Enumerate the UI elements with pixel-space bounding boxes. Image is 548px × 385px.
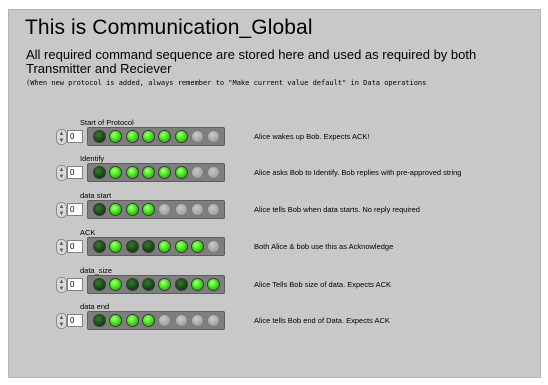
index-input[interactable]: 0 [67,203,83,216]
increment-arrow-icon[interactable]: ▲ [56,165,67,173]
decrement-arrow-icon[interactable]: ▼ [56,247,67,255]
protocol-label: data start [80,191,112,200]
increment-arrow-icon[interactable]: ▲ [56,202,67,210]
led-indicator-off[interactable] [141,240,155,253]
led-indicator-off[interactable] [93,130,106,143]
led-indicator-na[interactable] [190,203,204,216]
index-stepper[interactable]: ▲ ▼ [56,313,67,329]
led-array [87,311,225,330]
led-indicator-off[interactable] [174,278,188,291]
decrement-arrow-icon[interactable]: ▼ [56,210,67,218]
led-indicator-na[interactable] [158,314,172,327]
index-input[interactable]: 0 [67,130,83,143]
led-indicator-on[interactable] [141,314,155,327]
led-indicator-off[interactable] [125,278,139,291]
led-indicator-on[interactable] [125,166,139,179]
led-indicator-na[interactable] [190,314,204,327]
led-indicator-na[interactable] [174,314,188,327]
led-indicator-on[interactable] [141,203,155,216]
protocol-description: Both Alice & bob use this as Acknowledge [254,242,394,251]
led-indicator-na[interactable] [207,203,221,216]
protocol-label: data end [80,302,110,311]
led-indicator-off[interactable] [141,278,155,291]
led-indicator-on[interactable] [158,130,172,143]
protocol-label: Start of Protocol [80,118,134,127]
page-title: This is Communication_Global [25,16,313,39]
protocol-row: data end ▲ ▼ 0 Alice tells Bob end of Data. … [0,302,548,338]
protocol-description: Alice tells Bob when data starts. No rep… [254,205,420,214]
decrement-arrow-icon[interactable]: ▼ [56,173,67,181]
protocol-description: Alice asks Bob to Identify. Bob replies … [254,168,462,177]
led-indicator-off[interactable] [93,166,106,179]
led-array [87,127,225,146]
protocol-row: data start ▲ ▼ 0 Alice tells Bob when data s… [0,191,548,227]
index-stepper[interactable]: ▲ ▼ [56,129,67,145]
increment-arrow-icon[interactable]: ▲ [56,239,67,247]
led-array [87,163,225,182]
increment-arrow-icon[interactable]: ▲ [56,277,67,285]
index-input[interactable]: 0 [67,166,83,179]
led-indicator-on[interactable] [174,166,188,179]
led-indicator-on[interactable] [109,166,123,179]
protocol-row: data_size ▲ ▼ 0 Alice Tells Bob size of data… [0,266,548,302]
page-description: All required command sequence are stored… [26,47,477,76]
led-indicator-na[interactable] [207,240,221,253]
increment-arrow-icon[interactable]: ▲ [56,129,67,137]
led-indicator-on[interactable] [125,203,139,216]
decrement-arrow-icon[interactable]: ▼ [56,137,67,145]
led-indicator-on[interactable] [109,314,123,327]
led-indicator-off[interactable] [93,314,106,327]
led-indicator-on[interactable] [125,314,139,327]
index-stepper[interactable]: ▲ ▼ [56,277,67,293]
led-indicator-on[interactable] [207,278,221,291]
led-indicator-on[interactable] [158,278,172,291]
led-indicator-on[interactable] [158,166,172,179]
protocol-row: Identify ▲ ▼ 0 Alice asks Bob to Identify. B… [0,154,548,190]
led-indicator-na[interactable] [174,203,188,216]
led-indicator-na[interactable] [207,166,221,179]
index-input[interactable]: 0 [67,240,83,253]
led-indicator-na[interactable] [158,203,172,216]
led-indicator-off[interactable] [125,240,139,253]
protocol-description: Alice wakes up Bob. Expects ACK! [254,132,370,141]
led-array [87,275,225,294]
led-indicator-na[interactable] [190,166,204,179]
led-indicator-on[interactable] [174,240,188,253]
led-array [87,200,225,219]
led-indicator-on[interactable] [190,278,204,291]
led-indicator-on[interactable] [109,130,123,143]
decrement-arrow-icon[interactable]: ▼ [56,285,67,293]
led-indicator-on[interactable] [109,278,123,291]
led-indicator-on[interactable] [158,240,172,253]
index-stepper[interactable]: ▲ ▼ [56,202,67,218]
protocol-row: ACK ▲ ▼ 0 Both Alice & bob use this as Ackno… [0,228,548,264]
index-input[interactable]: 0 [67,278,83,291]
led-indicator-off[interactable] [93,203,106,216]
increment-arrow-icon[interactable]: ▲ [56,313,67,321]
index-stepper[interactable]: ▲ ▼ [56,165,67,181]
led-indicator-on[interactable] [141,130,155,143]
led-array [87,237,225,256]
led-indicator-on[interactable] [141,166,155,179]
protocol-label: ACK [80,228,96,237]
protocol-description: Alice Tells Bob size of data. Expects AC… [254,280,392,289]
protocol-description: Alice tells Bob end of Data. Expects ACK [254,316,390,325]
led-indicator-on[interactable] [109,240,123,253]
protocol-row: Start of Protocol ▲ ▼ 0 Alice wakes up Bob. … [0,118,548,154]
index-stepper[interactable]: ▲ ▼ [56,239,67,255]
led-indicator-on[interactable] [174,130,188,143]
led-indicator-on[interactable] [109,203,123,216]
protocol-label: data_size [80,266,113,275]
protocol-label: Identify [80,154,105,163]
led-indicator-na[interactable] [207,314,221,327]
led-indicator-off[interactable] [93,240,106,253]
led-indicator-off[interactable] [93,278,106,291]
page-note: (When new protocol is added, always reme… [26,79,427,87]
led-indicator-na[interactable] [207,130,221,143]
index-input[interactable]: 0 [67,314,83,327]
decrement-arrow-icon[interactable]: ▼ [56,321,67,329]
led-indicator-na[interactable] [190,130,204,143]
led-indicator-on[interactable] [190,240,204,253]
led-indicator-on[interactable] [125,130,139,143]
